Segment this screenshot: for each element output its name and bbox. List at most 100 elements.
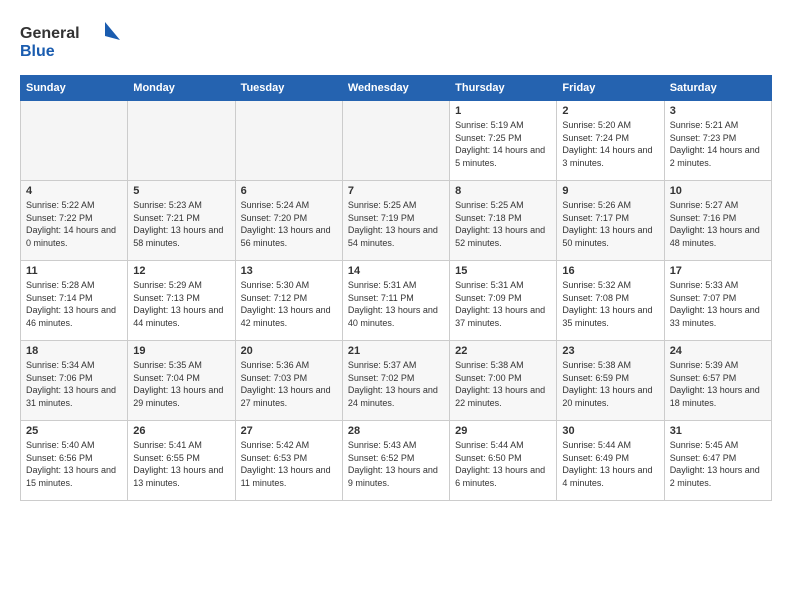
day-info: Sunrise: 5:41 AMSunset: 6:55 PMDaylight:… xyxy=(133,439,229,489)
day-info: Sunrise: 5:38 AMSunset: 6:59 PMDaylight:… xyxy=(562,359,658,409)
day-info: Sunrise: 5:23 AMSunset: 7:21 PMDaylight:… xyxy=(133,199,229,249)
day-info: Sunrise: 5:25 AMSunset: 7:19 PMDaylight:… xyxy=(348,199,444,249)
day-info: Sunrise: 5:30 AMSunset: 7:12 PMDaylight:… xyxy=(241,279,337,329)
day-number: 31 xyxy=(670,425,766,437)
day-number: 6 xyxy=(241,185,337,197)
calendar-cell: 19 Sunrise: 5:35 AMSunset: 7:04 PMDayligh… xyxy=(128,341,235,421)
day-info: Sunrise: 5:26 AMSunset: 7:17 PMDaylight:… xyxy=(562,199,658,249)
day-info: Sunrise: 5:35 AMSunset: 7:04 PMDaylight:… xyxy=(133,359,229,409)
calendar-cell: 21Sunrise: 5:37 AMSunset: 7:02 PMDayligh… xyxy=(342,341,449,421)
calendar-cell: 13 Sunrise: 5:30 AMSunset: 7:12 PMDayligh… xyxy=(235,261,342,341)
calendar-table: SundayMondayTuesdayWednesdayThursdayFrid… xyxy=(20,75,772,501)
calendar-cell: 7 Sunrise: 5:25 AMSunset: 7:19 PMDaylight… xyxy=(342,181,449,261)
calendar-cell: 11 Sunrise: 5:28 AMSunset: 7:14 PMDayligh… xyxy=(21,261,128,341)
calendar-cell: 14 Sunrise: 5:31 AMSunset: 7:11 PMDayligh… xyxy=(342,261,449,341)
day-number: 20 xyxy=(241,345,337,357)
day-number: 9 xyxy=(562,185,658,197)
calendar-cell: 29 Sunrise: 5:44 AMSunset: 6:50 PMDayligh… xyxy=(450,421,557,501)
day-number: 3 xyxy=(670,105,766,117)
logo: GeneralBlue xyxy=(20,20,120,65)
day-info: Sunrise: 5:45 AMSunset: 6:47 PMDaylight:… xyxy=(670,439,766,489)
day-info: Sunrise: 5:28 AMSunset: 7:14 PMDaylight:… xyxy=(26,279,122,329)
calendar-cell: 5 Sunrise: 5:23 AMSunset: 7:21 PMDaylight… xyxy=(128,181,235,261)
svg-text:General: General xyxy=(20,25,80,42)
day-info: Sunrise: 5:38 AMSunset: 7:00 PMDaylight:… xyxy=(455,359,551,409)
day-info: Sunrise: 5:22 AMSunset: 7:22 PMDaylight:… xyxy=(26,199,122,249)
calendar-cell: 18Sunrise: 5:34 AMSunset: 7:06 PMDayligh… xyxy=(21,341,128,421)
day-number: 27 xyxy=(241,425,337,437)
day-number: 8 xyxy=(455,185,551,197)
day-info: Sunrise: 5:39 AMSunset: 6:57 PMDaylight:… xyxy=(670,359,766,409)
calendar-cell: 30 Sunrise: 5:44 AMSunset: 6:49 PMDayligh… xyxy=(557,421,664,501)
calendar-cell: 23 Sunrise: 5:38 AMSunset: 6:59 PMDayligh… xyxy=(557,341,664,421)
day-info: Sunrise: 5:27 AMSunset: 7:16 PMDaylight:… xyxy=(670,199,766,249)
day-info: Sunrise: 5:44 AMSunset: 6:49 PMDaylight:… xyxy=(562,439,658,489)
calendar-cell: 12 Sunrise: 5:29 AMSunset: 7:13 PMDayligh… xyxy=(128,261,235,341)
day-number: 18 xyxy=(26,345,122,357)
day-info: Sunrise: 5:32 AMSunset: 7:08 PMDaylight:… xyxy=(562,279,658,329)
day-info: Sunrise: 5:36 AMSunset: 7:03 PMDaylight:… xyxy=(241,359,337,409)
day-info: Sunrise: 5:20 AMSunset: 7:24 PMDaylight:… xyxy=(562,119,658,169)
day-number: 26 xyxy=(133,425,229,437)
day-number: 4 xyxy=(26,185,122,197)
day-info: Sunrise: 5:44 AMSunset: 6:50 PMDaylight:… xyxy=(455,439,551,489)
day-info: Sunrise: 5:29 AMSunset: 7:13 PMDaylight:… xyxy=(133,279,229,329)
week-row-1: 1 Sunrise: 5:19 AMSunset: 7:25 PMDaylight… xyxy=(21,101,772,181)
calendar-cell xyxy=(21,101,128,181)
day-number: 10 xyxy=(670,185,766,197)
calendar-cell: 24Sunrise: 5:39 AMSunset: 6:57 PMDayligh… xyxy=(664,341,771,421)
day-number: 29 xyxy=(455,425,551,437)
day-info: Sunrise: 5:33 AMSunset: 7:07 PMDaylight:… xyxy=(670,279,766,329)
calendar-cell: 28 Sunrise: 5:43 AMSunset: 6:52 PMDayligh… xyxy=(342,421,449,501)
day-number: 23 xyxy=(562,345,658,357)
day-info: Sunrise: 5:40 AMSunset: 6:56 PMDaylight:… xyxy=(26,439,122,489)
calendar-cell: 26 Sunrise: 5:41 AMSunset: 6:55 PMDayligh… xyxy=(128,421,235,501)
day-number: 5 xyxy=(133,185,229,197)
week-row-3: 11 Sunrise: 5:28 AMSunset: 7:14 PMDayligh… xyxy=(21,261,772,341)
day-number: 1 xyxy=(455,105,551,117)
calendar-cell: 22Sunrise: 5:38 AMSunset: 7:00 PMDayligh… xyxy=(450,341,557,421)
logo-svg: GeneralBlue xyxy=(20,20,120,65)
calendar-cell: 17 Sunrise: 5:33 AMSunset: 7:07 PMDayligh… xyxy=(664,261,771,341)
day-info: Sunrise: 5:21 AMSunset: 7:23 PMDaylight:… xyxy=(670,119,766,169)
day-header-saturday: Saturday xyxy=(664,76,771,101)
day-header-sunday: Sunday xyxy=(21,76,128,101)
calendar-cell: 25 Sunrise: 5:40 AMSunset: 6:56 PMDayligh… xyxy=(21,421,128,501)
calendar-cell: 10 Sunrise: 5:27 AMSunset: 7:16 PMDayligh… xyxy=(664,181,771,261)
day-info: Sunrise: 5:19 AMSunset: 7:25 PMDaylight:… xyxy=(455,119,551,169)
day-number: 11 xyxy=(26,265,122,277)
day-info: Sunrise: 5:31 AMSunset: 7:11 PMDaylight:… xyxy=(348,279,444,329)
day-number: 2 xyxy=(562,105,658,117)
day-info: Sunrise: 5:43 AMSunset: 6:52 PMDaylight:… xyxy=(348,439,444,489)
day-number: 14 xyxy=(348,265,444,277)
day-number: 28 xyxy=(348,425,444,437)
calendar-cell: 1 Sunrise: 5:19 AMSunset: 7:25 PMDaylight… xyxy=(450,101,557,181)
calendar-cell: 20 Sunrise: 5:36 AMSunset: 7:03 PMDayligh… xyxy=(235,341,342,421)
week-row-4: 18Sunrise: 5:34 AMSunset: 7:06 PMDayligh… xyxy=(21,341,772,421)
day-header-wednesday: Wednesday xyxy=(342,76,449,101)
week-row-5: 25 Sunrise: 5:40 AMSunset: 6:56 PMDayligh… xyxy=(21,421,772,501)
day-number: 25 xyxy=(26,425,122,437)
calendar-cell: 3 Sunrise: 5:21 AMSunset: 7:23 PMDaylight… xyxy=(664,101,771,181)
day-number: 12 xyxy=(133,265,229,277)
calendar-cell xyxy=(128,101,235,181)
day-number: 17 xyxy=(670,265,766,277)
day-info: Sunrise: 5:42 AMSunset: 6:53 PMDaylight:… xyxy=(241,439,337,489)
day-number: 13 xyxy=(241,265,337,277)
days-header-row: SundayMondayTuesdayWednesdayThursdayFrid… xyxy=(21,76,772,101)
day-header-monday: Monday xyxy=(128,76,235,101)
calendar-cell: 8Sunrise: 5:25 AMSunset: 7:18 PMDaylight… xyxy=(450,181,557,261)
day-number: 19 xyxy=(133,345,229,357)
calendar-cell: 6Sunrise: 5:24 AMSunset: 7:20 PMDaylight… xyxy=(235,181,342,261)
day-number: 30 xyxy=(562,425,658,437)
day-header-thursday: Thursday xyxy=(450,76,557,101)
calendar-cell xyxy=(235,101,342,181)
day-info: Sunrise: 5:31 AMSunset: 7:09 PMDaylight:… xyxy=(455,279,551,329)
calendar-cell: 15 Sunrise: 5:31 AMSunset: 7:09 PMDayligh… xyxy=(450,261,557,341)
day-number: 15 xyxy=(455,265,551,277)
calendar-cell xyxy=(342,101,449,181)
calendar-cell: 31 Sunrise: 5:45 AMSunset: 6:47 PMDayligh… xyxy=(664,421,771,501)
calendar-cell: 16Sunrise: 5:32 AMSunset: 7:08 PMDayligh… xyxy=(557,261,664,341)
day-number: 7 xyxy=(348,185,444,197)
week-row-2: 4 Sunrise: 5:22 AMSunset: 7:22 PMDaylight… xyxy=(21,181,772,261)
